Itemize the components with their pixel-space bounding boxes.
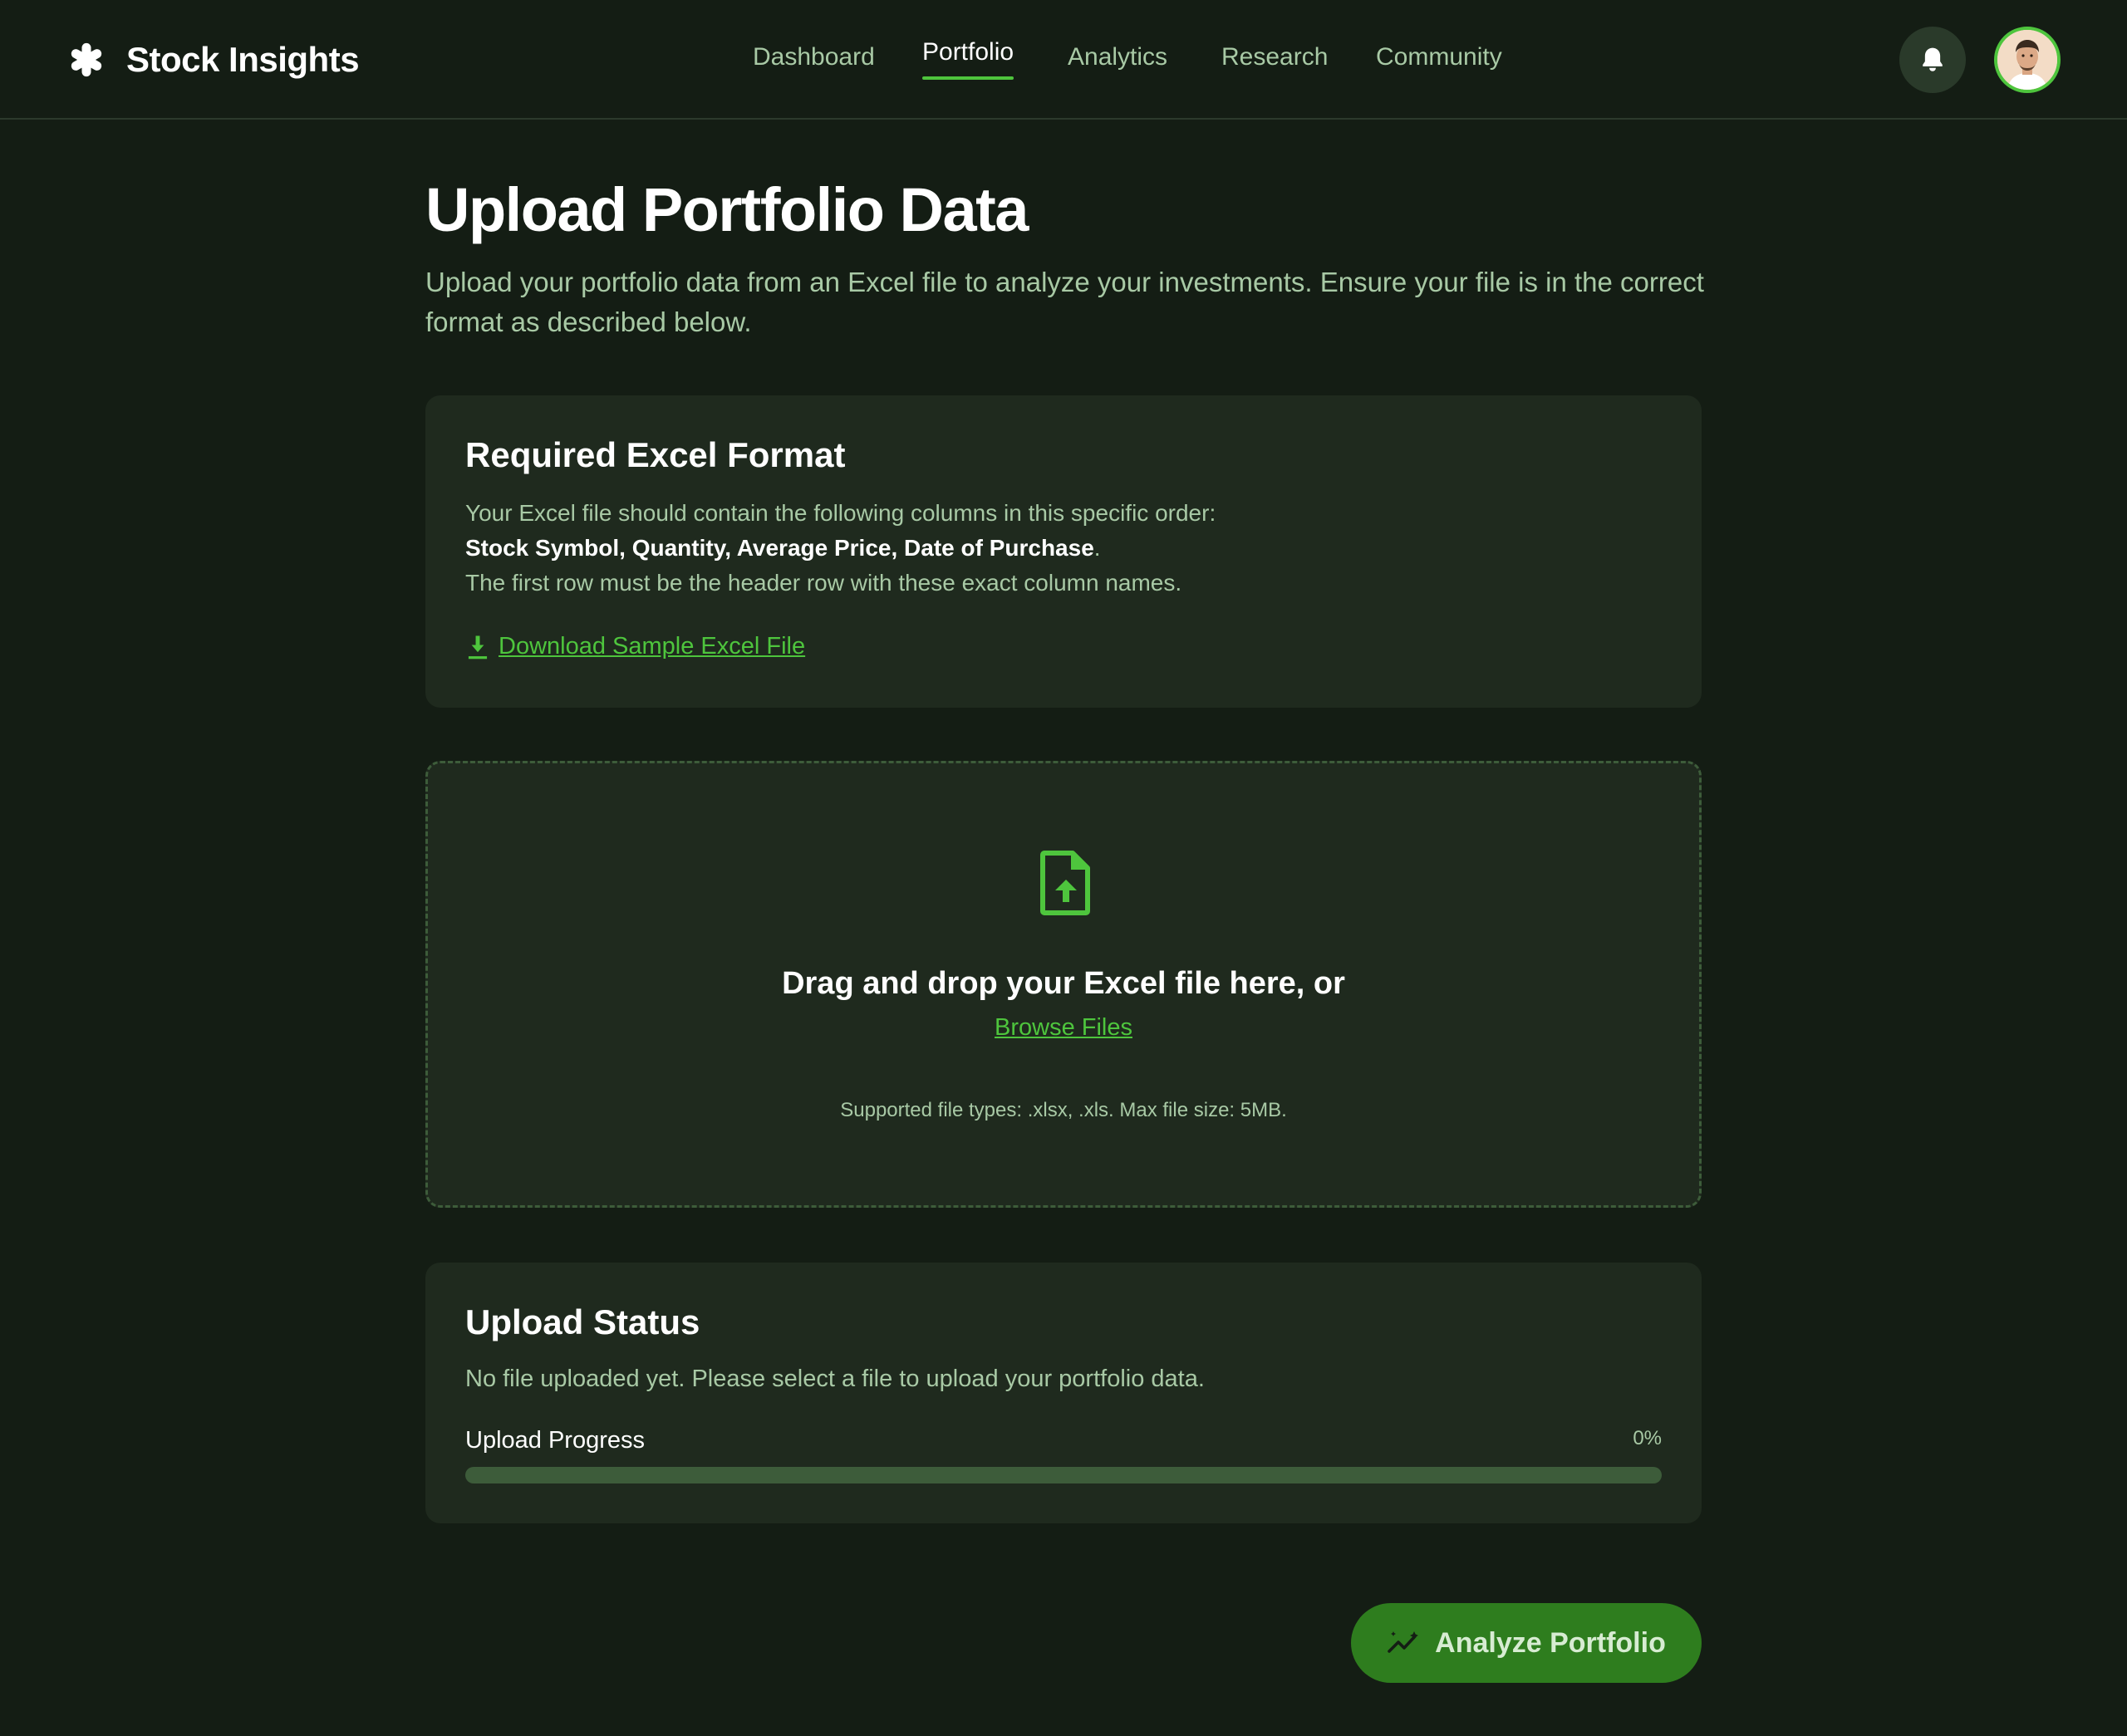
upload-progress-percent: 0%: [1633, 1427, 1662, 1449]
avatar-face-image: [1997, 30, 2057, 90]
browse-files-button[interactable]: Browse Files: [995, 1014, 1132, 1041]
nav-item-community[interactable]: Community: [1376, 43, 1502, 71]
download-sample-link[interactable]: Download Sample Excel File: [465, 633, 805, 660]
trend-sparkle-icon: [1388, 1631, 1419, 1653]
required-columns-text: Stock Symbol, Quantity, Average Price, D…: [465, 535, 1094, 561]
download-sample-label: Download Sample Excel File: [499, 633, 806, 660]
format-card: Required Excel Format Your Excel file sh…: [425, 395, 1702, 708]
analyze-portfolio-button[interactable]: Analyze Portfolio: [1351, 1603, 1702, 1683]
analyze-portfolio-label: Analyze Portfolio: [1435, 1626, 1666, 1659]
browse-files-link: Browse Files: [428, 1014, 1699, 1042]
bell-icon: [1923, 47, 1943, 71]
format-instructions: Your Excel file should contain the follo…: [465, 500, 1216, 526]
nav-item-research[interactable]: Research: [1221, 43, 1328, 71]
dropzone-title: Drag and drop your Excel file here, or: [782, 966, 1345, 1001]
nav-item-analytics[interactable]: Analytics: [1068, 43, 1167, 71]
required-columns: Stock Symbol, Quantity, Average Price, D…: [465, 535, 1101, 561]
notifications-button[interactable]: [1899, 27, 1966, 93]
upload-progress-label: Upload Progress: [465, 1427, 645, 1454]
main-nav: Dashboard Portfolio Analytics Research C…: [0, 38, 2127, 85]
format-card-title: Required Excel Format: [465, 435, 846, 474]
file-upload-icon: [1040, 851, 1090, 915]
user-avatar[interactable]: [1994, 27, 2061, 93]
upload-status-title: Upload Status: [465, 1302, 700, 1341]
nav-item-portfolio[interactable]: Portfolio: [922, 38, 1014, 80]
upload-status-card: Upload Status No file uploaded yet. Plea…: [425, 1263, 1702, 1523]
page-title: Upload Portfolio Data: [425, 175, 1029, 244]
top-navbar: Stock Insights Dashboard Portfolio Analy…: [0, 0, 2127, 120]
nav-item-dashboard[interactable]: Dashboard: [753, 43, 875, 71]
file-dropzone[interactable]: Drag and drop your Excel file here, or B…: [425, 761, 1702, 1208]
header-row-note: The first row must be the header row wit…: [465, 570, 1182, 596]
upload-progress-bar: [465, 1467, 1662, 1483]
upload-status-message: No file uploaded yet. Please select a fi…: [465, 1366, 1205, 1392]
download-icon: [468, 635, 488, 659]
supported-file-types: Supported file types: .xlsx, .xls. Max f…: [840, 1099, 1287, 1121]
page-subtitle: Upload your portfolio data from an Excel…: [425, 267, 1704, 337]
